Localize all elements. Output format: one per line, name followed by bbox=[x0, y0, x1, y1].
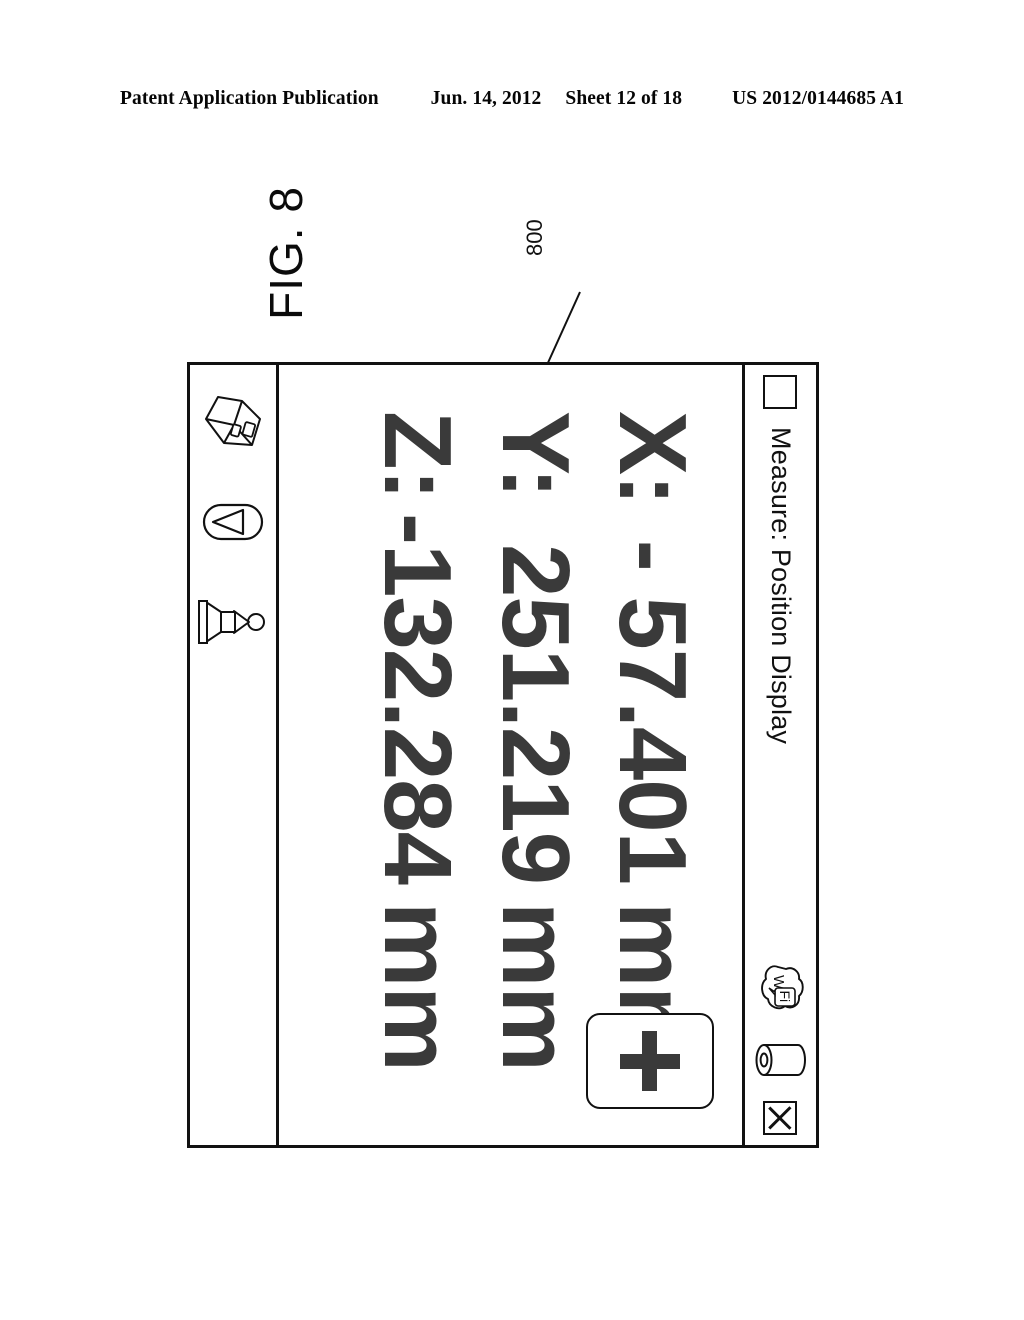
readout-row-z: Z: -132.284 mm bbox=[362, 411, 473, 1071]
publication-label: Patent Application Publication bbox=[119, 88, 379, 109]
titlebar: Measure: Position Display Wi Fi bbox=[742, 365, 816, 1145]
measurement-display-area: X: - 57.401 mm Y: 251.219 mm Z: -132.284… bbox=[276, 365, 742, 1145]
part-model-icon[interactable] bbox=[198, 389, 268, 455]
axis-unit-y: mm bbox=[481, 902, 589, 1071]
publication-date: Jun. 14, 2012 bbox=[430, 88, 542, 109]
readout-row-y: Y: 251.219 mm bbox=[479, 411, 590, 1071]
add-point-button[interactable] bbox=[586, 1013, 714, 1109]
close-button[interactable] bbox=[763, 1101, 798, 1135]
leader-line bbox=[541, 291, 581, 377]
axis-label-z: Z: bbox=[364, 411, 472, 500]
axis-value-z: -132.284 bbox=[364, 513, 472, 884]
wifi-label-fi: Fi bbox=[778, 991, 794, 1003]
battery-icon bbox=[751, 1037, 811, 1083]
readout-row-x: X: - 57.401 mm bbox=[597, 411, 708, 1071]
plus-icon bbox=[620, 1031, 680, 1091]
window-title: Measure: Position Display bbox=[766, 427, 796, 745]
patent-header: Patent Application Publication Jun. 14, … bbox=[0, 88, 1024, 110]
device-window: Measure: Position Display Wi Fi X: - 57.… bbox=[187, 362, 819, 1148]
status-icon-group: Wi Fi bbox=[751, 959, 811, 1101]
patent-number: US 2012/0144685 A1 bbox=[732, 88, 905, 109]
sheet-number: Sheet 12 of 18 bbox=[565, 88, 683, 109]
axis-label-y: Y: bbox=[481, 411, 589, 498]
dropdown-triangle-icon[interactable] bbox=[198, 489, 268, 555]
axis-value-x: - 57.401 bbox=[599, 539, 706, 884]
coordinate-readout-group: X: - 57.401 mm Y: 251.219 mm Z: -132.284… bbox=[362, 411, 708, 1071]
device-screen: Measure: Position Display Wi Fi X: - 57.… bbox=[187, 362, 819, 1148]
reference-numeral-800: 800 bbox=[520, 219, 640, 380]
probe-icon[interactable] bbox=[198, 589, 268, 655]
figure-label-text: FIG. 8 bbox=[259, 186, 312, 320]
axis-unit-z: mm bbox=[364, 902, 472, 1071]
restore-button[interactable] bbox=[763, 375, 798, 409]
axis-label-x: X: bbox=[599, 411, 706, 505]
bottom-toolbar bbox=[190, 365, 276, 1145]
axis-value-y: 251.219 bbox=[481, 543, 589, 884]
wifi-icon: Wi Fi bbox=[753, 959, 809, 1015]
figure-label: FIG. 8 bbox=[255, 180, 455, 320]
